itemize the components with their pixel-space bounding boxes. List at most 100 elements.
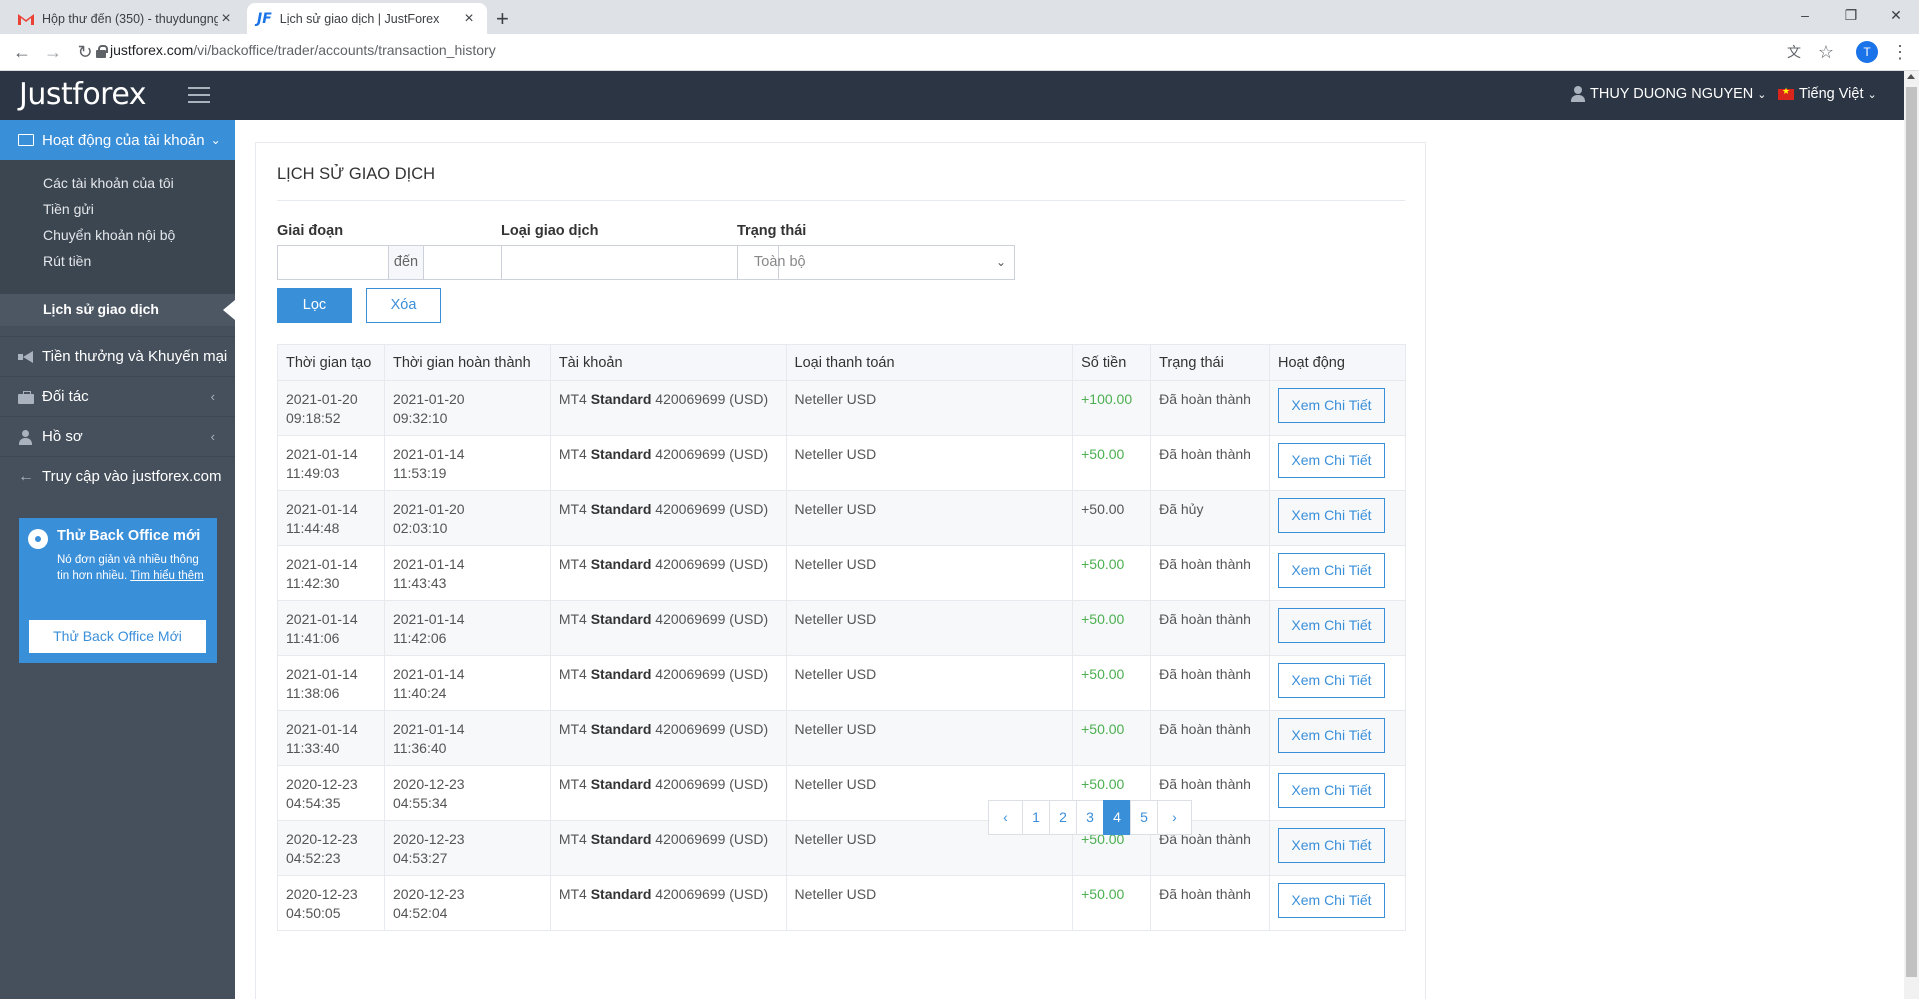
view-details-button[interactable]: Xem Chi Tiết (1277, 608, 1385, 643)
clear-button[interactable]: Xóa (366, 288, 441, 323)
account-number: 420069699 (USD) (655, 501, 769, 517)
payment-method: Neteller USD (785, 600, 1074, 656)
created-time-value: 2021-01-14 11:49:03 (286, 446, 358, 481)
table-row: 2021-01-14 11:38:06 2021-01-14 11:40:24 MT… (277, 655, 1407, 711)
column-header[interactable]: Loại thanh toán (785, 344, 1074, 381)
completed-time: 2021-01-20 09:32:10 (383, 380, 551, 436)
table-row: 2021-01-14 11:49:03 2021-01-14 11:53:19 MT… (277, 435, 1407, 491)
forward-icon[interactable]: → (41, 41, 65, 63)
filter-button[interactable]: Lọc (277, 288, 352, 323)
created-time: 2021-01-20 09:18:52 (277, 380, 385, 436)
new-tab-icon[interactable]: + (496, 6, 509, 32)
sidebar-item-transaction-history[interactable]: Lịch sử giao dịch (43, 301, 159, 317)
pagination-page[interactable]: 2 (1049, 800, 1077, 835)
sidebar-item-my-accounts[interactable]: Các tài khoản của tôi (43, 175, 174, 191)
view-details-button[interactable]: Xem Chi Tiết (1277, 663, 1385, 698)
divider (277, 200, 1405, 201)
status-select[interactable]: Toàn bộ ⌄ (737, 245, 1015, 280)
sidebar-item-label: Truy cập vào justforex.com (42, 468, 222, 485)
profile-avatar[interactable]: T (1856, 41, 1878, 63)
view-details-button[interactable]: Xem Chi Tiết (1277, 883, 1385, 918)
created-time: 2021-01-14 11:44:48 (277, 490, 385, 546)
account: MT4 Standard 420069699 (USD) (549, 655, 787, 711)
action: Xem Chi Tiết (1268, 490, 1407, 546)
account-platform: MT4 (558, 611, 587, 627)
translate-icon[interactable]: 文 (1782, 41, 1806, 63)
tab-title: Hộp thư đến (350) - thuydungnguyen... (42, 11, 218, 26)
page-scrollbar[interactable] (1904, 71, 1919, 999)
view-details-button[interactable]: Xem Chi Tiết (1277, 388, 1385, 423)
menu-icon[interactable] (188, 87, 210, 103)
chevron-down-icon: ⌄ (995, 255, 1006, 269)
sidebar-item-partners[interactable]: Đối tác ‹ (0, 376, 235, 416)
period-from-input[interactable] (277, 245, 389, 280)
star-icon[interactable]: ☆ (1814, 41, 1838, 63)
tab-justforex[interactable]: JF Lịch sử giao dịch | JustForex × (247, 3, 487, 34)
column-header[interactable]: Thời gian tạo (277, 344, 385, 381)
restore-icon[interactable]: ❐ (1828, 3, 1874, 27)
person-icon (18, 429, 34, 445)
transaction-history-card: LỊCH SỬ GIAO DỊCH Giai đoạn đến Loại gia… (255, 142, 1426, 999)
url-field[interactable]: justforex.com/vi/backoffice/trader/accou… (110, 42, 496, 58)
sidebar-item-bonuses[interactable]: Tiền thưởng và Khuyến mại (0, 336, 235, 376)
language-menu[interactable]: Tiếng Việt ⌄ (1778, 86, 1877, 102)
promo-learn-more-link[interactable]: Tìm hiểu thêm (130, 570, 204, 582)
pagination-page-current[interactable]: 4 (1103, 800, 1131, 835)
site-header: Justforex THUY DUONG NGUYEN ⌄ Tiếng Việt… (0, 71, 1904, 120)
account-platform: MT4 (558, 886, 587, 902)
amount: +50.00 (1072, 435, 1152, 491)
more-icon[interactable]: ⋮ (1888, 41, 1912, 63)
completed-time: 2020-12-23 04:55:34 (383, 765, 551, 821)
status-select-value: Toàn bộ (754, 254, 806, 270)
created-time: 2020-12-23 04:50:05 (277, 875, 385, 931)
transaction-type-label: Loại giao dịch (501, 223, 599, 239)
view-details-button[interactable]: Xem Chi Tiết (1277, 443, 1385, 478)
column-header[interactable]: Trạng thái (1150, 344, 1270, 381)
action: Xem Chi Tiết (1268, 545, 1407, 601)
jf-icon: JF (257, 10, 272, 27)
created-time-value: 2021-01-14 11:33:40 (286, 721, 358, 756)
column-header[interactable]: Số tiền (1072, 344, 1152, 381)
close-icon[interactable]: × (461, 10, 477, 28)
column-header[interactable]: Tài khoản (549, 344, 787, 381)
sidebar-item-internal-transfer[interactable]: Chuyển khoản nội bộ (43, 227, 175, 243)
window-close-icon[interactable]: ✕ (1873, 3, 1919, 27)
completed-time-value: 2021-01-14 11:40:24 (392, 666, 465, 701)
back-icon[interactable]: ← (10, 41, 34, 63)
reload-icon[interactable]: ↻ (73, 41, 97, 63)
sidebar-item-deposit[interactable]: Tiền gửi (43, 201, 94, 217)
column-header[interactable]: Thời gian hoàn thành (383, 344, 551, 381)
scroll-up-icon[interactable] (1907, 74, 1915, 79)
minimize-icon[interactable]: – (1782, 3, 1828, 27)
completed-time: 2020-12-23 04:53:27 (383, 820, 551, 876)
close-icon[interactable]: × (218, 10, 234, 28)
sidebar-item-account-activity[interactable]: Hoạt động của tài khoản ⌄ (0, 120, 235, 160)
view-details-button[interactable]: Xem Chi Tiết (1277, 718, 1385, 753)
account: MT4 Standard 420069699 (USD) (549, 380, 787, 436)
pagination-page[interactable]: 3 (1076, 800, 1104, 835)
payment-method: Neteller USD (785, 655, 1074, 711)
view-details-button[interactable]: Xem Chi Tiết (1277, 498, 1385, 533)
tab-gmail[interactable]: Hộp thư đến (350) - thuydungnguyen... × (8, 3, 244, 34)
pagination-next[interactable]: › (1157, 800, 1192, 835)
pagination-page[interactable]: 1 (1022, 800, 1050, 835)
logo[interactable]: Justforex (19, 77, 147, 112)
view-details-button[interactable]: Xem Chi Tiết (1277, 828, 1385, 863)
sidebar-item-profile[interactable]: Hồ sơ ‹ (0, 416, 235, 456)
try-new-backoffice-button[interactable]: Thử Back Office Mới (29, 620, 206, 653)
view-details-button[interactable]: Xem Chi Tiết (1277, 773, 1385, 808)
created-time-value: 2020-12-23 04:54:35 (286, 776, 358, 811)
column-header: Hoạt động (1268, 344, 1407, 381)
sidebar-item-withdraw[interactable]: Rút tiền (43, 253, 91, 269)
pagination-prev[interactable]: ‹ (988, 800, 1023, 835)
transaction-table: Thời gian tạo Thời gian hoàn thành Tài k… (277, 344, 1407, 931)
pagination-page[interactable]: 5 (1130, 800, 1158, 835)
user-menu[interactable]: THUY DUONG NGUYEN ⌄ (1571, 86, 1767, 102)
created-time: 2020-12-23 04:54:35 (277, 765, 385, 821)
scrollbar-thumb[interactable] (1906, 87, 1917, 977)
view-details-button[interactable]: Xem Chi Tiết (1277, 553, 1385, 588)
payment-method: Neteller USD (785, 435, 1074, 491)
table-row: 2021-01-20 09:18:52 2021-01-20 09:32:10 MT… (277, 380, 1407, 436)
completed-time-value: 2021-01-20 09:32:10 (392, 391, 465, 426)
sidebar-item-visit-site[interactable]: ← Truy cập vào justforex.com (0, 456, 235, 496)
